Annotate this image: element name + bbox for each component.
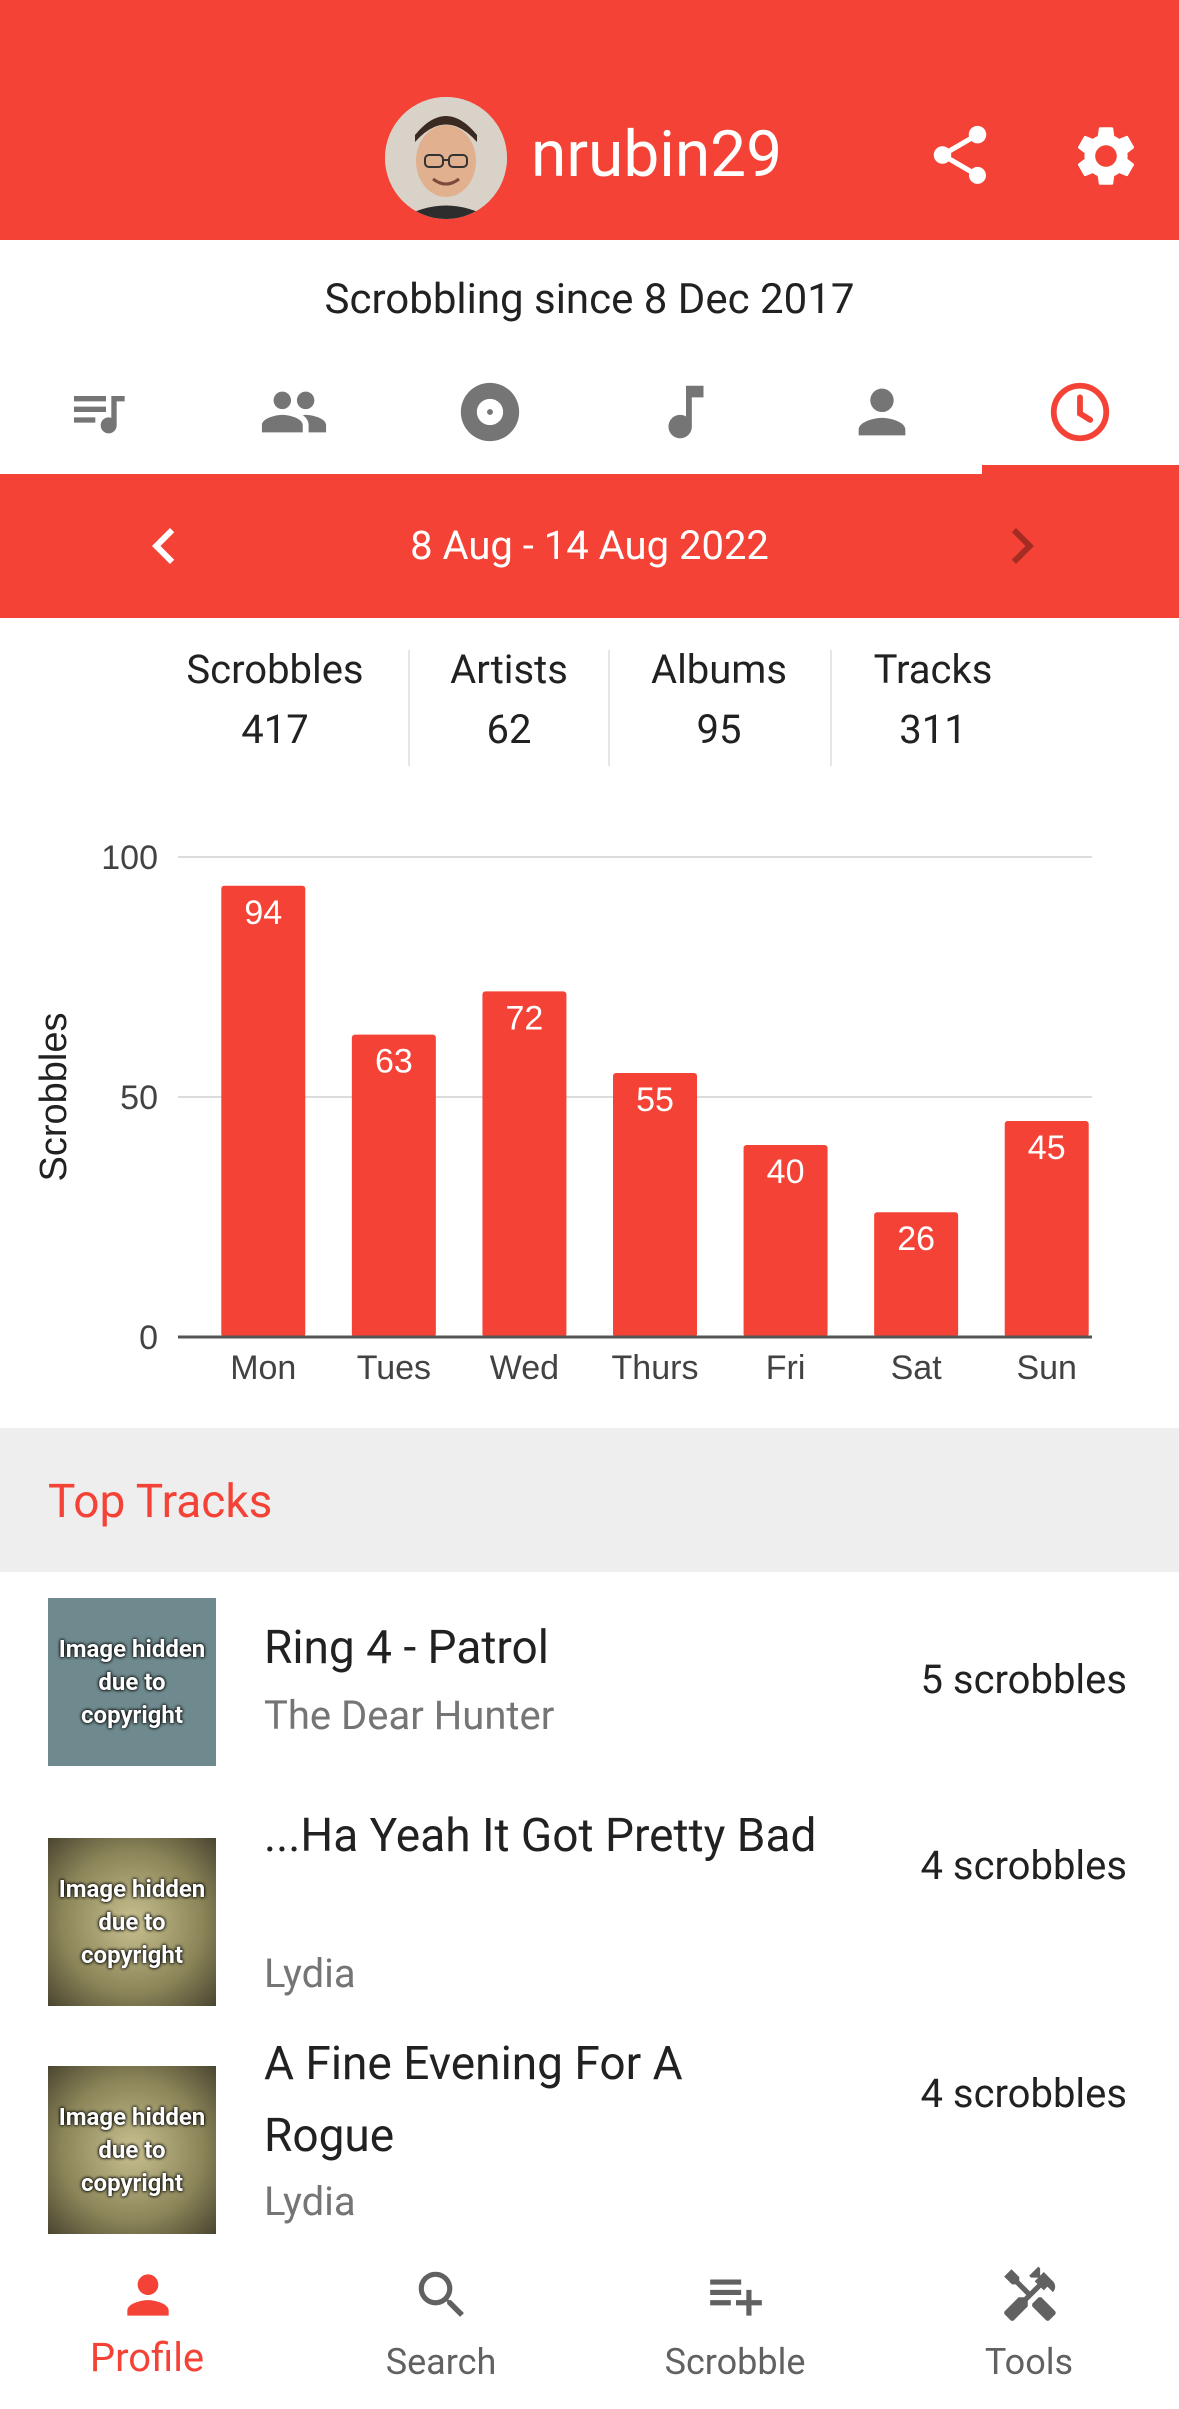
track-title: ...Ha Yeah It Got Pretty Bad [264,1809,817,1863]
settings-button[interactable] [1070,120,1142,192]
clock-icon [1050,382,1109,442]
copyright-placeholder-text: Image hidden due to copyright [58,1874,206,1969]
copyright-placeholder-text: Image hidden due to copyright [58,1634,206,1729]
chart-bar [482,991,567,1337]
avatar-image [385,97,507,219]
bar-chart: 0 50 100 Scrobbles 94 Mon 63 Tues 72 Wed 55 Thurs 40… [33,839,1092,1387]
scrobbling-since-text: Scrobbling since 8 Dec 2017 [324,275,855,324]
top-tracks-header: Top Tracks [0,1428,1179,1572]
nav-label: Scrobble [664,2341,806,2383]
stat-tracks: Tracks 311 [852,640,1014,760]
music-note-icon [668,385,704,439]
bar-value-label: 55 [636,1081,674,1119]
y-tick-label: 50 [120,1079,158,1117]
bar-value-label: 40 [767,1153,805,1191]
nav-label: Tools [984,2341,1074,2383]
chart-bar [221,885,306,1337]
x-tick-label: Sun [1016,1349,1077,1387]
track-row[interactable]: Image hidden due to copyright Ring 4 - P… [0,1572,1179,1772]
search-icon [418,2271,464,2317]
tab-friends[interactable] [196,350,392,474]
tools-icon [1004,2266,1056,2321]
bar-value-label: 45 [1028,1129,1066,1167]
nav-label: Search [385,2341,497,2383]
x-tick-label: Thurs [612,1349,699,1387]
people-icon [261,391,327,433]
stat-label: Albums [650,646,788,693]
bar-value-label: 72 [506,999,544,1037]
nav-tools[interactable]: Tools [882,2236,1176,2409]
stat-value: 62 [486,706,532,753]
x-tick-label: Mon [230,1349,296,1387]
share-button[interactable] [925,120,995,190]
stat-value: 417 [241,706,309,753]
share-icon [933,125,987,184]
person-icon [858,388,906,436]
username: nrubin29 [531,117,783,192]
x-tick-label: Wed [490,1349,559,1387]
gear-icon [1077,127,1135,185]
stat-divider [608,650,610,766]
tab-weekly-chart[interactable] [980,350,1179,474]
track-artist: Lydia [264,2178,356,2225]
x-tick-label: Tues [357,1349,431,1387]
album-icon [460,382,520,442]
weekly-scrobbles-chart: 0 50 100 Scrobbles 94 Mon 63 Tues 72 Wed 55 Thurs 40… [0,800,1179,1420]
weekly-stats: Scrobbles 417 Artists 62 Albums 95 Track… [0,640,1179,770]
album-art-placeholder: Image hidden due to copyright [48,2066,216,2234]
tab-albums[interactable] [392,350,588,474]
tab-indicator [982,465,1179,474]
bar-value-label: 26 [897,1220,935,1258]
stat-label: Scrobbles [186,646,364,693]
album-art-placeholder: Image hidden due to copyright [48,1838,216,2006]
tab-scrobbles[interactable] [0,350,196,474]
stat-scrobbles: Scrobbles 417 [170,640,380,760]
track-title: A Fine Evening For A Rogue [264,2037,683,2163]
stat-value: 95 [696,706,742,753]
track-title: Ring 4 - Patrol [264,1621,549,1675]
stat-divider [830,650,832,766]
x-tick-label: Sat [891,1349,943,1387]
stat-artists: Artists 62 [428,640,590,760]
avatar[interactable] [385,97,507,219]
x-tick-label: Fri [766,1349,806,1387]
stat-label: Artists [450,646,568,693]
track-scrobble-count: 4 scrobbles [920,2070,1127,2117]
week-selector: 8 Aug - 14 Aug 2022 [0,474,1179,618]
bottom-navigation: Profile Search Scrobble Tools [0,2236,1179,2409]
copyright-placeholder-text: Image hidden due to copyright [58,2102,206,2197]
nav-scrobble[interactable]: Scrobble [588,2236,882,2409]
nav-profile[interactable]: Profile [0,2236,294,2409]
tab-tracks[interactable] [588,350,784,474]
stat-value: 311 [899,706,967,753]
track-artist: The Dear Hunter [264,1692,555,1739]
next-week-button[interactable] [986,510,1058,582]
playlist-add-icon [710,2279,762,2316]
section-title: Top Tracks [48,1475,273,1529]
y-tick-label: 0 [139,1319,158,1357]
queue-music-icon [74,396,125,434]
track-row[interactable]: Image hidden due to copyright A Fine Eve… [0,2028,1179,2236]
track-artist: Lydia [264,1950,356,1997]
person-icon [127,2274,169,2316]
chevron-right-icon [1011,528,1034,564]
album-art-placeholder: Image hidden due to copyright [48,1598,216,1766]
tab-artists[interactable] [784,350,980,474]
nav-label: Profile [89,2334,205,2381]
stat-albums: Albums 95 [630,640,808,760]
track-scrobble-count: 4 scrobbles [920,1842,1127,1889]
nav-search[interactable]: Search [294,2236,588,2409]
y-axis-label: Scrobbles [33,1013,75,1182]
bar-value-label: 63 [375,1043,413,1081]
profile-tabs [0,350,1179,474]
track-row[interactable]: Image hidden due to copyright ...Ha Yeah… [0,1800,1179,2020]
stat-label: Tracks [873,646,993,693]
bar-value-label: 94 [244,894,282,932]
app-bar: nrubin29 [0,0,1179,240]
stat-divider [408,650,410,766]
y-tick-label: 100 [101,839,158,877]
track-scrobble-count: 5 scrobbles [920,1656,1127,1703]
